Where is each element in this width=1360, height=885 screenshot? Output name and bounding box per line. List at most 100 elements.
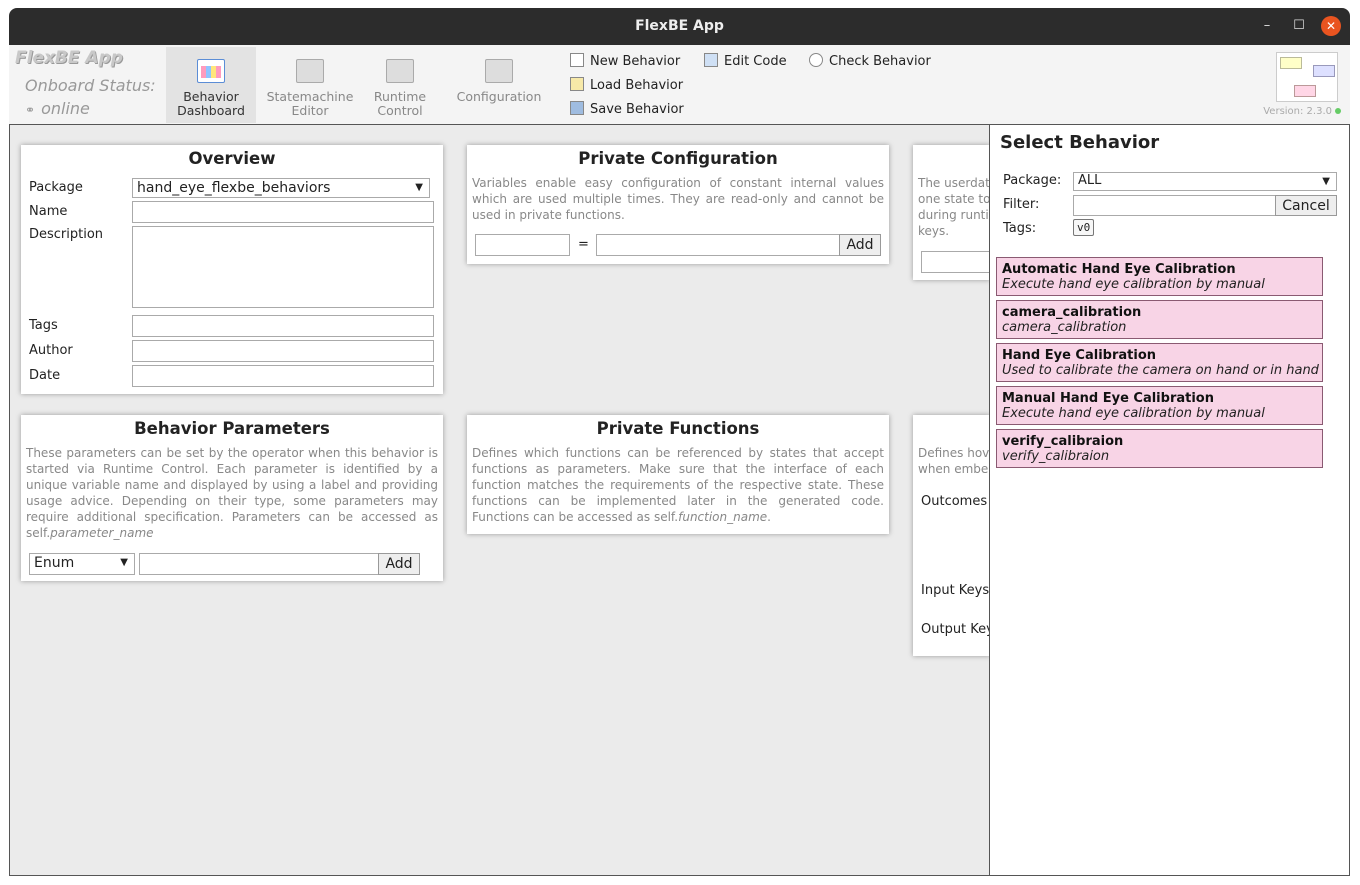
- dropdown-arrow-icon: ▼: [415, 182, 423, 193]
- config-value-field[interactable]: [596, 234, 840, 256]
- desc-text: .: [767, 510, 771, 524]
- private-functions-description: Defines which functions can be reference…: [472, 445, 884, 525]
- outcomes-label: Outcomes: [921, 494, 988, 509]
- behavior-parameters-description: These parameters can be set by the opera…: [26, 445, 438, 541]
- behavior-item[interactable]: Automatic Hand Eye Calibration Execute h…: [996, 257, 1323, 296]
- behavior-item[interactable]: camera_calibration camera_calibration: [996, 300, 1323, 339]
- minimap-state: [1280, 57, 1302, 69]
- private-functions-title: Private Functions: [596, 419, 760, 438]
- desc-emphasis: parameter_name: [50, 526, 154, 540]
- behavior-item-description: camera_calibration: [1002, 320, 1127, 335]
- tags-label: Tags: [29, 318, 58, 333]
- tab-label: Runtime: [373, 89, 427, 104]
- tags-filter-label: Tags:: [1003, 221, 1037, 236]
- tab-behavior-dashboard[interactable]: Behavior Dashboard: [166, 47, 256, 123]
- tab-label: Behavior: [183, 89, 239, 104]
- date-field[interactable]: [132, 365, 434, 387]
- config-key-field[interactable]: [475, 234, 570, 256]
- interface-description: Defines hov when embe: [918, 445, 989, 477]
- button-label: Load Behavior: [590, 78, 684, 93]
- minimap[interactable]: [1276, 52, 1338, 102]
- version-text: Version: 2.3.0: [1263, 106, 1332, 117]
- userdata-desc-line: one state to: [918, 192, 991, 206]
- parameter-type-select[interactable]: Enum ▼: [29, 553, 135, 575]
- description-label: Description: [29, 227, 104, 242]
- author-field[interactable]: [132, 340, 434, 362]
- private-configuration-title: Private Configuration: [578, 149, 778, 168]
- button-label: New Behavior: [590, 54, 681, 69]
- new-behavior-button[interactable]: New Behavior: [570, 53, 680, 69]
- dropdown-arrow-icon: ▼: [1322, 176, 1330, 187]
- new-file-icon: [570, 53, 584, 67]
- private-configuration-description: Variables enable easy configuration of c…: [472, 176, 884, 222]
- app-logo: FlexBE App: [15, 48, 123, 68]
- behavior-item-description: verify_calibraion: [1002, 449, 1110, 464]
- private-functions-panel: Private Functions Defines which function…: [467, 415, 889, 534]
- edit-code-button[interactable]: Edit Code: [704, 53, 787, 69]
- minimap-state: [1313, 65, 1335, 77]
- author-label: Author: [29, 343, 73, 358]
- description-field[interactable]: [132, 226, 434, 308]
- filter-label: Filter:: [1003, 197, 1040, 212]
- magnifier-icon: [809, 53, 823, 67]
- filter-input[interactable]: [1073, 195, 1276, 216]
- tag-v0[interactable]: v0: [1073, 219, 1095, 236]
- tab-statemachine-editor[interactable]: Statemachine Editor: [261, 47, 359, 123]
- edit-icon: [704, 53, 718, 67]
- maximize-icon[interactable]: ☐: [1289, 16, 1309, 36]
- input-keys-label: Input Keys: [921, 583, 990, 598]
- package-filter-label: Package:: [1003, 173, 1062, 188]
- tab-configuration[interactable]: Configuration: [454, 47, 544, 123]
- dashboard-area: Overview Package hand_eye_flexbe_behavio…: [9, 125, 1001, 876]
- desc-emphasis: function_name: [678, 510, 768, 524]
- window-title: FlexBE App: [635, 18, 724, 34]
- tab-label: Statemachine: [266, 89, 354, 104]
- parameter-type-value: Enum: [34, 555, 75, 571]
- behavior-item-name: Hand Eye Calibration: [1002, 348, 1157, 363]
- behavior-item[interactable]: Hand Eye Calibration Used to calibrate t…: [996, 343, 1323, 382]
- overview-panel: Overview Package hand_eye_flexbe_behavio…: [21, 145, 443, 394]
- package-filter-select[interactable]: ALL ▼: [1073, 172, 1337, 191]
- interface-desc-line: when embe: [918, 462, 989, 476]
- check-behavior-button[interactable]: Check Behavior: [809, 53, 931, 69]
- behavior-parameters-title: Behavior Parameters: [134, 419, 330, 438]
- select-behavior-title: Select Behavior: [1000, 132, 1160, 153]
- package-label: Package: [29, 180, 83, 195]
- button-label: Check Behavior: [829, 54, 931, 69]
- userdata-key-field[interactable]: [921, 251, 991, 273]
- gear-icon: [485, 59, 513, 83]
- link-icon: ⚭: [25, 103, 36, 117]
- onboard-status-label: Onboard Status:: [25, 76, 156, 95]
- minimap-state: [1294, 85, 1316, 97]
- add-parameter-button[interactable]: Add: [378, 553, 420, 575]
- connection-dot-icon: [1335, 108, 1341, 114]
- load-behavior-button[interactable]: Load Behavior: [570, 77, 683, 93]
- behavior-item[interactable]: verify_calibraion verify_calibraion: [996, 429, 1323, 468]
- button-label: Edit Code: [724, 54, 787, 69]
- cancel-button[interactable]: Cancel: [1275, 195, 1337, 216]
- userdata-desc-line: keys.: [918, 224, 950, 238]
- behavior-item[interactable]: Manual Hand Eye Calibration Execute hand…: [996, 386, 1323, 425]
- tab-runtime-control[interactable]: Runtime Control: [365, 47, 435, 123]
- close-icon[interactable]: ✕: [1321, 16, 1341, 36]
- package-select[interactable]: hand_eye_flexbe_behaviors ▼: [132, 178, 430, 198]
- behavior-item-description: Execute hand eye calibration by manual: [1002, 277, 1265, 292]
- tab-label: Editor: [291, 103, 329, 118]
- minimize-icon[interactable]: –: [1257, 16, 1277, 36]
- dashboard-icon: [197, 59, 225, 83]
- name-field[interactable]: [132, 201, 434, 223]
- package-filter-value: ALL: [1078, 173, 1102, 188]
- behavior-item-name: Automatic Hand Eye Calibration: [1002, 262, 1236, 277]
- behavior-parameters-panel: Behavior Parameters These parameters can…: [21, 415, 443, 581]
- tags-field[interactable]: [132, 315, 434, 337]
- private-configuration-panel: Private Configuration Variables enable e…: [467, 145, 889, 264]
- button-label: Save Behavior: [590, 102, 684, 117]
- behavior-item-name: Manual Hand Eye Calibration: [1002, 391, 1214, 406]
- name-label: Name: [29, 204, 68, 219]
- onboard-status-value: online: [41, 99, 90, 118]
- behavior-item-description: Execute hand eye calibration by manual: [1002, 406, 1265, 421]
- userdata-description: The userdat one state to during runti ke…: [918, 175, 990, 239]
- add-config-button[interactable]: Add: [839, 234, 881, 256]
- parameter-name-field[interactable]: [139, 553, 379, 575]
- save-behavior-button[interactable]: Save Behavior: [570, 101, 684, 117]
